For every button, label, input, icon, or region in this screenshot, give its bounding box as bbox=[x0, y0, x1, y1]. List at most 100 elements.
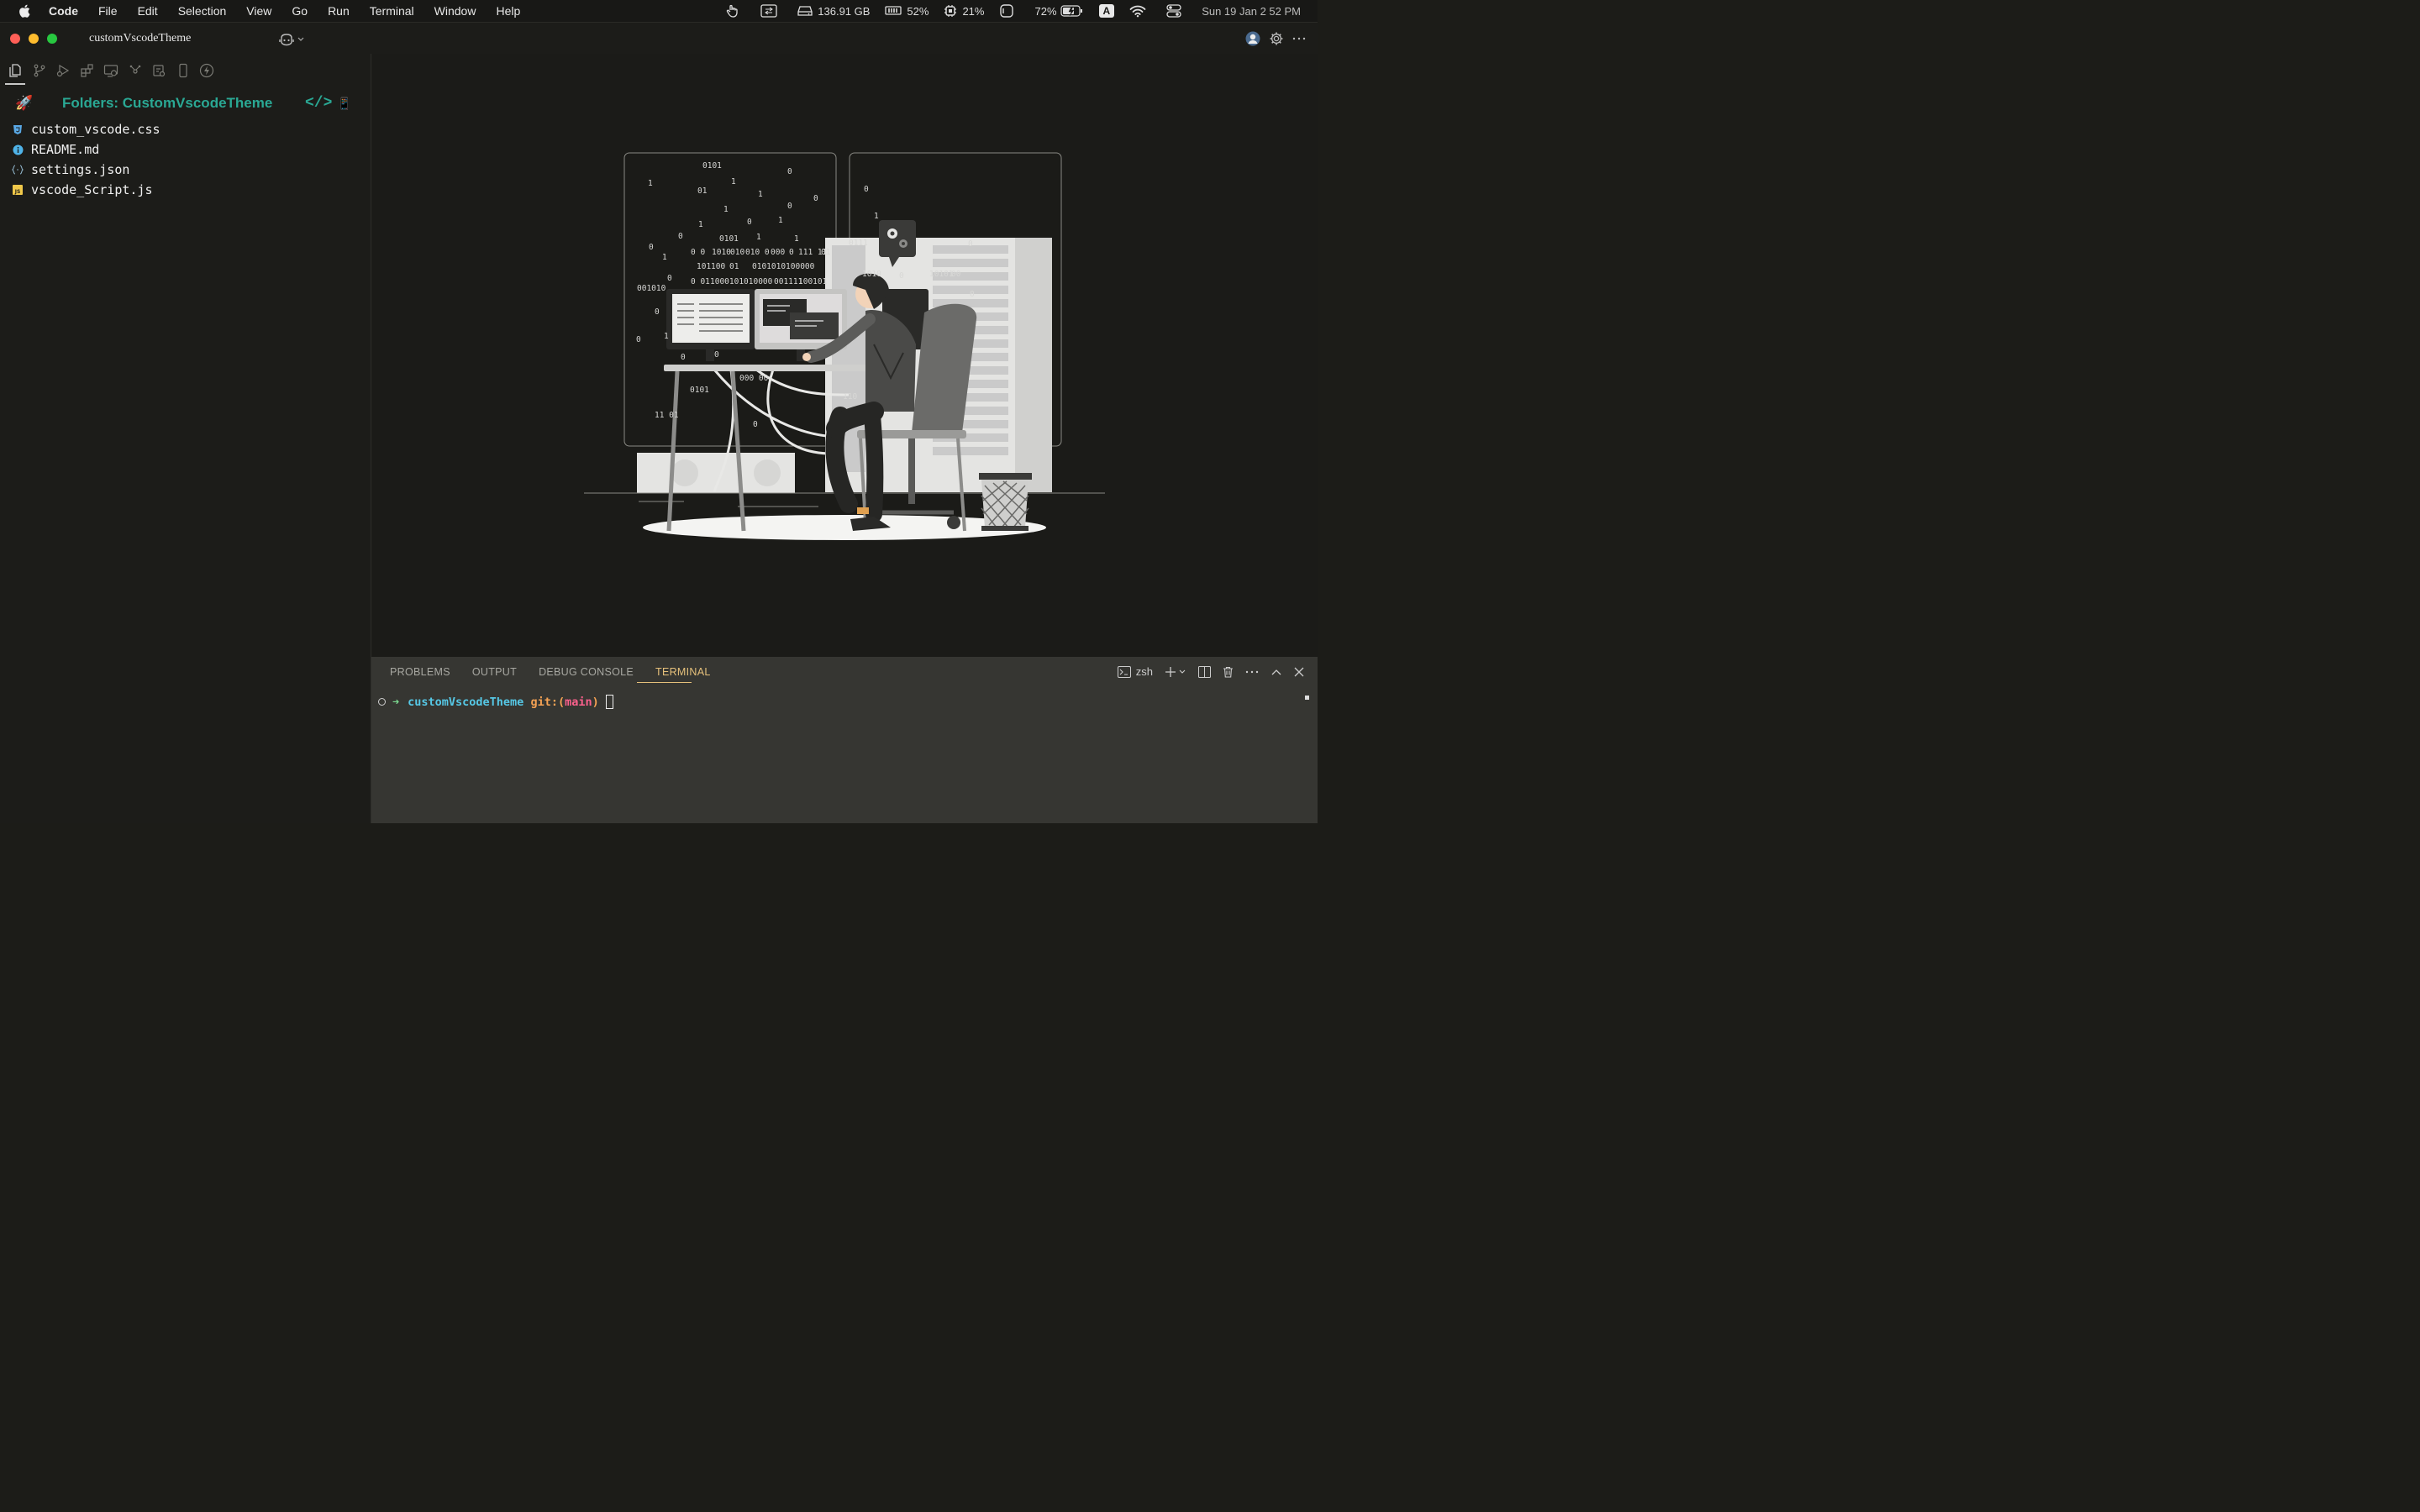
status-battery[interactable]: 72% bbox=[1034, 5, 1083, 18]
menu-view[interactable]: View bbox=[246, 4, 271, 18]
svg-text:0: 0 bbox=[753, 420, 758, 429]
file-item[interactable]: custom_vscode.css bbox=[12, 119, 160, 139]
status-cursor-tool[interactable] bbox=[725, 3, 745, 18]
menu-run[interactable]: Run bbox=[328, 4, 350, 18]
files-icon bbox=[9, 64, 21, 77]
active-tab-indicator bbox=[637, 682, 692, 683]
battery-value: 72% bbox=[1034, 4, 1057, 18]
svg-text:00: 00 bbox=[951, 270, 961, 279]
activity-bar bbox=[7, 62, 223, 79]
remote-explorer-icon bbox=[103, 65, 118, 77]
zoom-window-button[interactable] bbox=[47, 34, 57, 44]
css-shield-icon bbox=[12, 123, 24, 135]
status-wifi[interactable] bbox=[1129, 5, 1151, 18]
svg-text:010 0: 010 0 bbox=[745, 248, 770, 257]
menu-go[interactable]: Go bbox=[292, 4, 308, 18]
cpu-icon bbox=[944, 5, 957, 17]
svg-text:0: 0 bbox=[970, 290, 975, 299]
activity-explorer[interactable] bbox=[7, 62, 24, 79]
prompt-git-close: ) bbox=[592, 695, 599, 709]
title-bar-actions bbox=[1237, 31, 1306, 46]
svg-text:1: 1 bbox=[648, 179, 653, 188]
account-avatar-icon[interactable] bbox=[1245, 31, 1260, 46]
file-item[interactable]: settings.json bbox=[12, 160, 160, 180]
file-name: vscode_Script.js bbox=[31, 182, 153, 197]
minimize-window-button[interactable] bbox=[29, 34, 39, 44]
terminal-cursor bbox=[605, 695, 613, 709]
file-name: custom_vscode.css bbox=[31, 122, 160, 137]
menu-selection[interactable]: Selection bbox=[178, 4, 227, 18]
svg-text:101: 101 bbox=[697, 262, 711, 271]
svg-text:JS: JS bbox=[14, 189, 21, 195]
svg-text:0 0: 0 0 bbox=[691, 248, 705, 257]
bottom-panel: PROBLEMS OUTPUT DEBUG CONSOLE TERMINAL z… bbox=[371, 657, 1318, 823]
tab-debug-console[interactable]: DEBUG CONSOLE bbox=[539, 666, 634, 678]
menu-window[interactable]: Window bbox=[434, 4, 476, 18]
status-memory[interactable]: 52% bbox=[885, 5, 929, 18]
split-terminal-icon[interactable] bbox=[1198, 665, 1211, 678]
status-control-center[interactable] bbox=[1166, 4, 1186, 18]
activity-lightning[interactable] bbox=[198, 62, 215, 79]
svg-text:0: 0 bbox=[968, 239, 973, 249]
plus-icon bbox=[1165, 666, 1176, 677]
svg-text:1010: 1010 bbox=[712, 248, 731, 257]
terminal-prompt[interactable]: ➜ customVscodeTheme git:(main) bbox=[378, 695, 613, 709]
js-icon: JS bbox=[12, 184, 24, 196]
menu-app-code[interactable]: Code bbox=[49, 4, 78, 18]
copilot-menu-button[interactable] bbox=[279, 33, 305, 46]
menu-help[interactable]: Help bbox=[496, 4, 520, 18]
menu-edit[interactable]: Edit bbox=[138, 4, 158, 18]
disk-value: 136.91 GB bbox=[818, 4, 871, 18]
svg-text:0: 0 bbox=[649, 243, 654, 252]
activity-containers[interactable] bbox=[150, 62, 167, 79]
close-window-button[interactable] bbox=[10, 34, 20, 44]
status-input-source[interactable]: A bbox=[1098, 4, 1115, 18]
terminal-shell-selector[interactable]: zsh bbox=[1117, 665, 1153, 678]
svg-text:0: 0 bbox=[667, 274, 672, 283]
status-disk[interactable]: 136.91 GB bbox=[797, 5, 870, 18]
json-braces-icon bbox=[12, 164, 24, 176]
activity-device[interactable] bbox=[175, 62, 192, 79]
svg-text:100101: 100101 bbox=[798, 277, 828, 286]
folder-header[interactable]: 🚀 Folders: CustomVscodeTheme </> 📱 bbox=[15, 93, 368, 113]
folder-title: Folders: CustomVscodeTheme bbox=[62, 95, 273, 111]
gear-icon[interactable] bbox=[1269, 31, 1284, 46]
tab-terminal[interactable]: TERMINAL bbox=[655, 666, 711, 678]
maximize-panel-icon[interactable] bbox=[1270, 668, 1282, 676]
file-item[interactable]: README.md bbox=[12, 139, 160, 160]
status-screen-tool[interactable] bbox=[760, 4, 782, 18]
svg-text:001010: 001010 bbox=[637, 284, 666, 293]
svg-text:01: 01 bbox=[729, 262, 739, 271]
status-cpu[interactable]: 21% bbox=[944, 4, 984, 18]
more-actions-icon[interactable] bbox=[1245, 669, 1259, 675]
active-view-indicator bbox=[5, 83, 25, 85]
svg-text:0: 0 bbox=[864, 185, 869, 194]
activity-graph[interactable] bbox=[127, 62, 144, 79]
svg-text:0: 0 bbox=[714, 350, 719, 360]
activity-run-debug[interactable] bbox=[55, 62, 71, 79]
svg-text:1: 1 bbox=[756, 233, 761, 242]
copilot-icon bbox=[279, 34, 294, 46]
activity-source-control[interactable] bbox=[31, 62, 48, 79]
chevron-down-icon bbox=[1179, 669, 1186, 674]
file-name: README.md bbox=[31, 142, 100, 157]
activity-extensions[interactable] bbox=[79, 62, 96, 79]
menu-terminal[interactable]: Terminal bbox=[370, 4, 414, 18]
trash-icon[interactable] bbox=[1223, 666, 1234, 678]
svg-text:11 01: 11 01 bbox=[655, 411, 679, 420]
menu-clock[interactable]: Sun 19 Jan 2 52 PM bbox=[1202, 5, 1301, 18]
svg-text:1: 1 bbox=[758, 190, 763, 199]
menu-file[interactable]: File bbox=[98, 4, 118, 18]
svg-text:010: 010 bbox=[730, 248, 744, 257]
more-actions-icon[interactable] bbox=[1292, 36, 1306, 41]
status-stage[interactable] bbox=[999, 3, 1019, 18]
apple-logo-icon[interactable] bbox=[17, 3, 34, 19]
file-item[interactable]: JS vscode_Script.js bbox=[12, 180, 160, 200]
new-terminal-button[interactable] bbox=[1165, 666, 1186, 678]
close-icon[interactable] bbox=[1294, 667, 1304, 677]
tab-problems[interactable]: PROBLEMS bbox=[390, 666, 450, 678]
battery-charging-icon bbox=[1060, 5, 1082, 17]
tab-output[interactable]: OUTPUT bbox=[472, 666, 517, 678]
cpu-value: 21% bbox=[962, 4, 985, 18]
activity-remote-explorer[interactable] bbox=[103, 62, 119, 79]
